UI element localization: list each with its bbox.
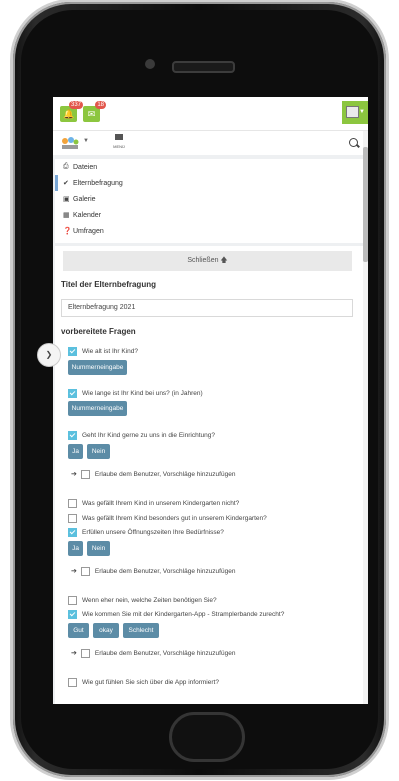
question-checkbox[interactable] xyxy=(68,388,77,398)
question-checkbox[interactable] xyxy=(68,430,77,440)
question-icon: ❓ xyxy=(63,228,72,235)
question-checkbox[interactable] xyxy=(68,527,77,537)
allow-suggestions-checkbox[interactable] xyxy=(80,566,90,576)
survey-title-input[interactable]: Elternbefragung 2021 xyxy=(61,299,353,317)
survey-panel: Schließen 🡅 Titel der Elternbefragung El… xyxy=(55,246,363,704)
chevron-right-icon[interactable]: ❯ xyxy=(37,343,61,367)
question-label: Wie alt ist Ihr Kind? xyxy=(82,347,138,355)
image-icon: ▣ xyxy=(63,196,70,203)
okay-button[interactable]: okay xyxy=(93,623,119,638)
messages-button[interactable]: ✉ 18 xyxy=(83,101,106,122)
speaker-grille xyxy=(172,61,235,73)
question-row[interactable]: Wie gut fühlen Sie sich über die App inf… xyxy=(68,677,219,687)
hamburger-icon xyxy=(115,134,123,140)
question-label: Wie lange ist Ihr Kind bei uns? (in Jahr… xyxy=(82,389,203,397)
question-label: Was gefällt Ihrem Kind besonders gut in … xyxy=(82,514,267,522)
schlecht-button[interactable]: Schlecht xyxy=(123,623,159,638)
kindergarten-logo-icon[interactable] xyxy=(60,135,80,151)
question-checkbox[interactable] xyxy=(68,498,77,508)
prepared-questions-heading: vorbereitete Fragen xyxy=(61,327,136,336)
arrow-right-icon: ➔ xyxy=(71,568,77,575)
scrollbar-thumb[interactable] xyxy=(363,147,368,262)
allow-suggestions-row[interactable]: ➔ Erlaube dem Benutzer, Vorschläge hinzu… xyxy=(71,648,235,658)
section-nav: ⎙ Dateien ✔ Elternbefragung ▣ Galerie ▦ … xyxy=(55,159,363,243)
nav-item-label: Dateien xyxy=(73,163,98,171)
allow-suggestions-checkbox[interactable] xyxy=(80,469,90,479)
notification-count-badge: 337 xyxy=(68,101,83,109)
avatar-icon xyxy=(346,106,359,118)
menu-label: MENÜ xyxy=(113,144,125,149)
nein-button[interactable]: Nein xyxy=(87,444,110,459)
close-button[interactable]: Schließen 🡅 xyxy=(63,251,352,271)
nav-item-label: Galerie xyxy=(73,195,96,203)
survey-title-heading: Titel der Elternbefragung xyxy=(61,280,156,289)
question-checkbox[interactable] xyxy=(68,513,77,523)
allow-suggestions-row[interactable]: ➔ Erlaube dem Benutzer, Vorschläge hinzu… xyxy=(71,566,235,576)
nav-item-label: Elternbefragung xyxy=(73,179,123,187)
nav-item-kalender[interactable]: ▦ Kalender xyxy=(55,207,363,223)
allow-suggestions-row[interactable]: ➔ Erlaube dem Benutzer, Vorschläge hinzu… xyxy=(71,469,235,479)
question-row[interactable]: Geht Ihr Kind gerne zu uns in die Einric… xyxy=(68,430,215,440)
nav-item-elternbefragung[interactable]: ✔ Elternbefragung xyxy=(55,175,363,191)
question-checkbox[interactable] xyxy=(68,677,77,687)
calendar-icon: ▦ xyxy=(63,212,70,219)
question-row[interactable]: Wie lange ist Ihr Kind bei uns? (in Jahr… xyxy=(68,388,203,398)
question-label: Geht Ihr Kind gerne zu uns in die Einric… xyxy=(82,431,215,439)
nav-item-dateien[interactable]: ⎙ Dateien xyxy=(55,159,363,175)
question-checkbox[interactable] xyxy=(68,595,77,605)
nummerneingabe-button[interactable]: Nummerneingabe xyxy=(68,401,127,416)
chevron-down-icon: ▼ xyxy=(359,109,365,115)
secondary-bar: ▼ MENÜ xyxy=(53,131,368,155)
ja-button[interactable]: Ja xyxy=(68,541,83,556)
menu-button[interactable]: MENÜ xyxy=(109,134,129,149)
question-row[interactable]: Was gefällt Ihrem Kind besonders gut in … xyxy=(68,513,267,523)
gut-button[interactable]: Gut xyxy=(68,623,89,638)
arrow-right-icon: ➔ xyxy=(71,471,77,478)
top-bar: 🔔 337 ✉ 18 ▼ xyxy=(53,97,368,131)
question-checkbox[interactable] xyxy=(68,346,77,356)
question-label: Was gefällt Ihrem Kind in unserem Kinder… xyxy=(82,499,240,507)
nav-item-label: Kalender xyxy=(73,211,102,219)
allow-suggestions-checkbox[interactable] xyxy=(80,648,90,658)
question-label: Wie kommen Sie mit der Kindergarten-App … xyxy=(82,610,285,618)
home-button[interactable] xyxy=(169,712,245,762)
question-checkbox[interactable] xyxy=(68,609,77,619)
question-label: Wie gut fühlen Sie sich über die App inf… xyxy=(82,678,219,686)
arrow-right-icon: ➔ xyxy=(71,650,77,657)
nein-button[interactable]: Nein xyxy=(87,541,110,556)
question-row[interactable]: Wie kommen Sie mit der Kindergarten-App … xyxy=(68,609,284,619)
app-screen: 🔔 337 ✉ 18 ▼ ▼ MENÜ ⎙ Dateien ✔ Elternbe… xyxy=(53,97,368,704)
front-camera xyxy=(145,59,155,69)
allow-suggestions-label: Erlaube dem Benutzer, Vorschläge hinzuzu… xyxy=(94,470,236,478)
question-row[interactable]: Was gefällt Ihrem Kind in unserem Kinder… xyxy=(68,498,239,508)
envelope-icon: ✉ xyxy=(87,109,96,119)
chevron-down-icon[interactable]: ▼ xyxy=(83,138,89,144)
profile-menu-button[interactable]: ▼ xyxy=(342,101,368,124)
bell-icon: 🔔 xyxy=(63,109,75,119)
question-row[interactable]: Wie alt ist Ihr Kind? xyxy=(68,346,138,356)
ja-button[interactable]: Ja xyxy=(68,444,83,459)
allow-suggestions-label: Erlaube dem Benutzer, Vorschläge hinzuzu… xyxy=(94,649,236,657)
allow-suggestions-label: Erlaube dem Benutzer, Vorschläge hinzuzu… xyxy=(94,567,236,575)
search-icon[interactable] xyxy=(349,138,358,147)
files-icon: ⎙ xyxy=(63,163,69,170)
notifications-button[interactable]: 🔔 337 xyxy=(60,101,83,122)
question-row[interactable]: Wenn eher nein, welche Zeiten benötigen … xyxy=(68,595,217,605)
message-count-badge: 18 xyxy=(95,101,106,109)
nav-item-label: Umfragen xyxy=(73,227,104,235)
question-label: Erfüllen unsere Öffnungszeiten Ihre Bedü… xyxy=(82,528,224,536)
nummerneingabe-button[interactable]: Nummerneingabe xyxy=(68,360,127,375)
nav-item-galerie[interactable]: ▣ Galerie xyxy=(55,191,363,207)
nav-item-umfragen[interactable]: ❓ Umfragen xyxy=(55,223,363,239)
check-icon: ✔ xyxy=(63,180,69,187)
question-row[interactable]: Erfüllen unsere Öffnungszeiten Ihre Bedü… xyxy=(68,527,224,537)
question-label: Wenn eher nein, welche Zeiten benötigen … xyxy=(82,596,217,604)
